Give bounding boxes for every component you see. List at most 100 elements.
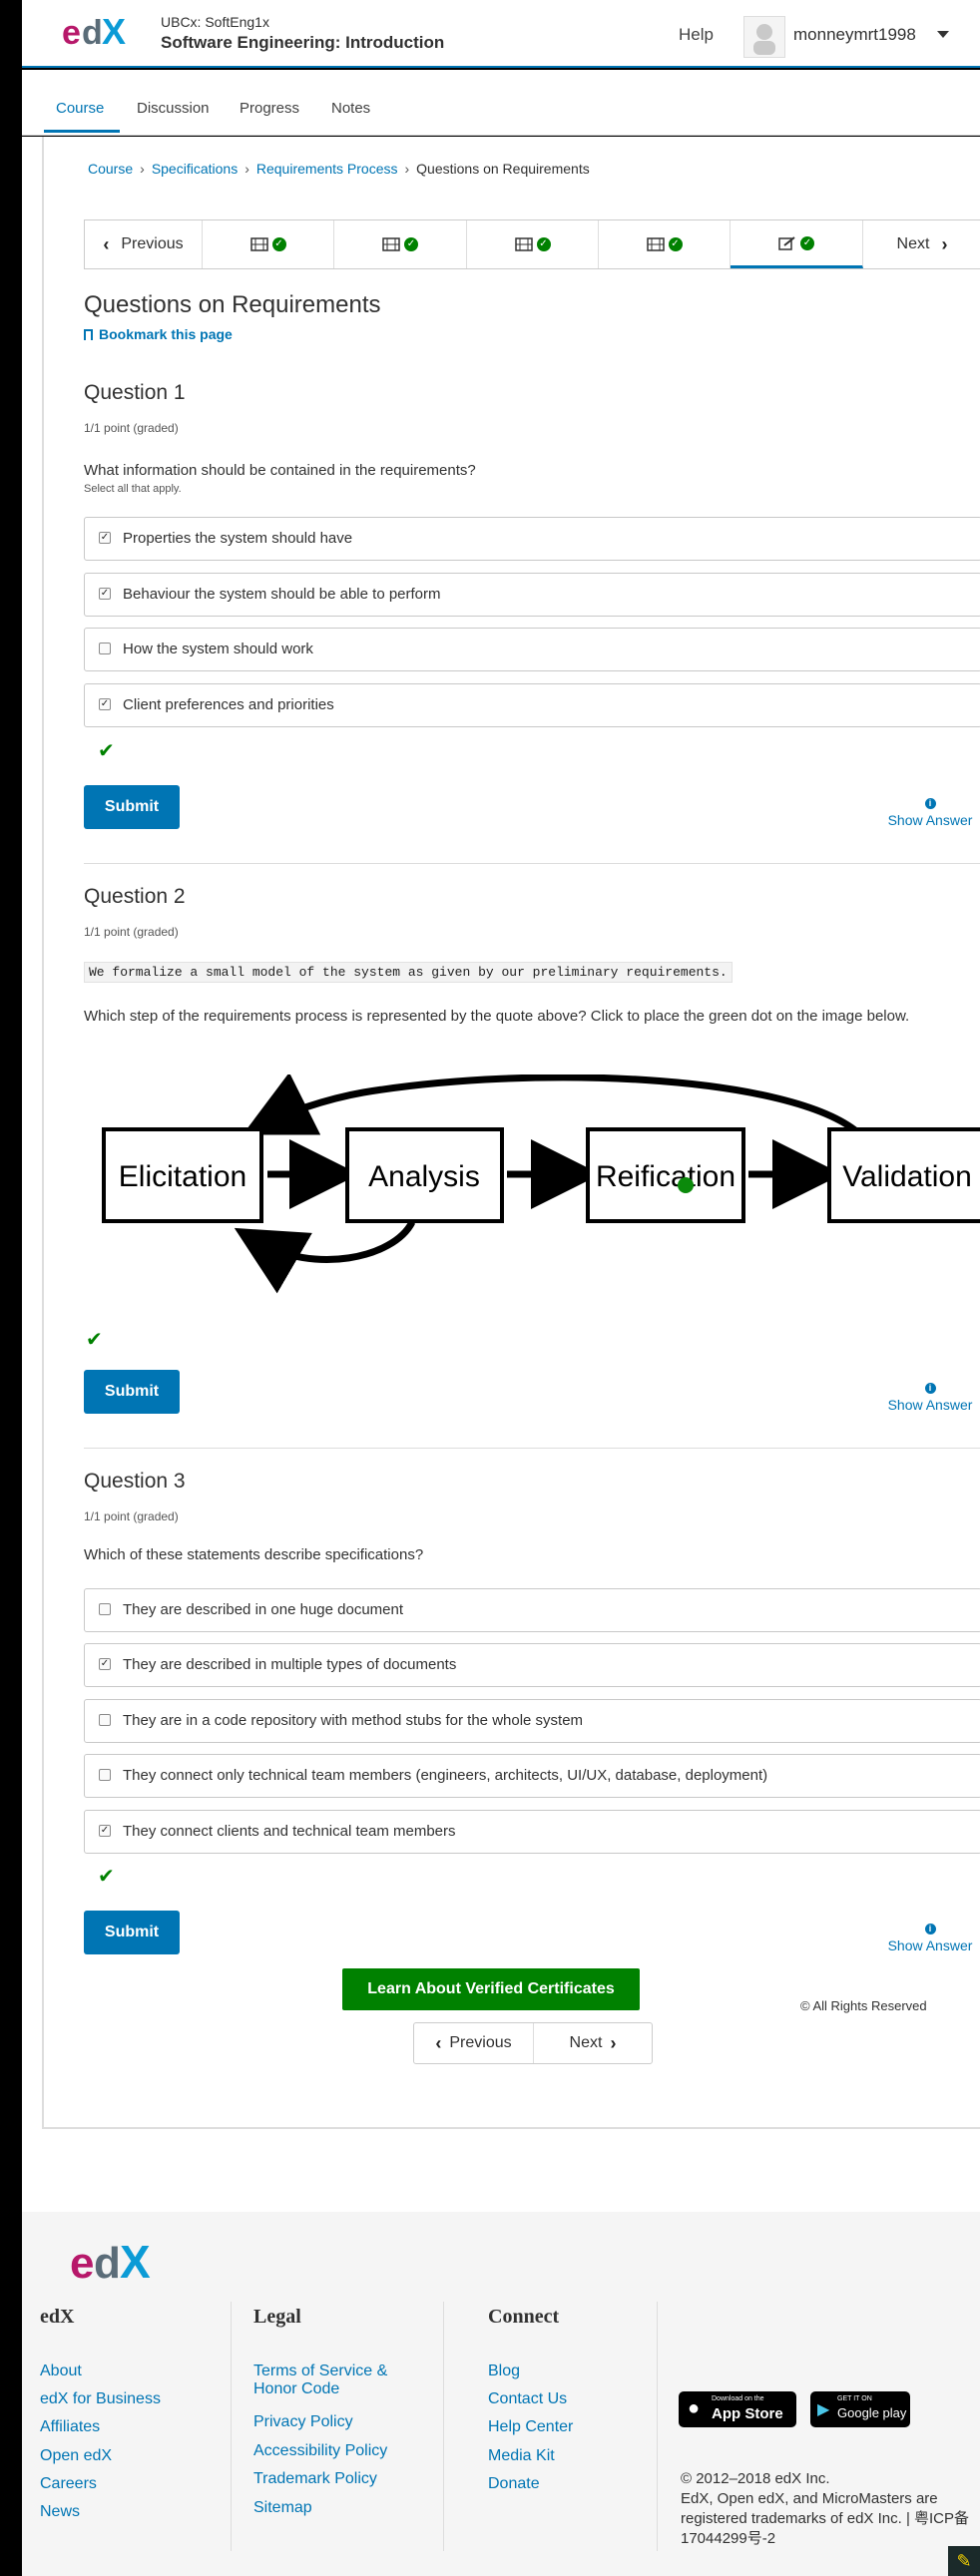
footer-link-trademark[interactable]: Trademark Policy <box>253 2470 377 2488</box>
sequence-unit-1[interactable]: ✓ <box>203 220 334 268</box>
diagram-label-reification: Reification <box>596 1160 735 1193</box>
svg-text:e: e <box>62 14 81 50</box>
sequence-previous-button[interactable]: ‹ Previous <box>85 220 203 268</box>
bookmark-button[interactable]: Bookmark this page <box>84 326 233 342</box>
username[interactable]: monneymrt1998 <box>793 25 916 45</box>
footer-link-media-kit[interactable]: Media Kit <box>488 2447 555 2465</box>
q2-submit-button[interactable]: Submit <box>84 1370 180 1414</box>
active-tab-indicator <box>44 130 120 133</box>
bottom-next-button[interactable]: Next › <box>534 2023 652 2063</box>
breadcrumb-specifications[interactable]: Specifications <box>152 161 238 177</box>
q1-show-answer-button[interactable]: i Show Answer <box>880 798 980 828</box>
footer-link-donate[interactable]: Donate <box>488 2475 540 2493</box>
google-play-badge[interactable]: ▶ GET IT ON Google play <box>810 2391 910 2427</box>
q1-choice-1[interactable]: ✓ Properties the system should have <box>84 517 980 561</box>
footer-separator <box>231 2302 232 2551</box>
footer-link-privacy[interactable]: Privacy Policy <box>253 2413 353 2431</box>
tab-course[interactable]: Course <box>56 100 104 117</box>
breadcrumb-current: Questions on Requirements <box>416 161 590 177</box>
video-icon <box>646 237 665 251</box>
sequence-unit-2[interactable]: ✓ <box>334 220 467 268</box>
checkbox-unchecked[interactable] <box>99 1769 111 1781</box>
question-3-title: Question 3 <box>84 1470 186 1493</box>
footer-heading-connect: Connect <box>488 2306 560 2328</box>
footer-link-open-edx[interactable]: Open edX <box>40 2447 112 2465</box>
footer-heading-edx: edX <box>40 2306 75 2328</box>
q3-show-answer-button[interactable]: i Show Answer <box>880 1924 980 1953</box>
user-menu-caret-icon[interactable] <box>937 31 949 38</box>
footer-link-news[interactable]: News <box>40 2503 80 2521</box>
app-store-badge[interactable]: ● Download on the App Store <box>679 2391 796 2427</box>
question-1-title: Question 1 <box>84 381 186 404</box>
diagram-label-analysis: Analysis <box>368 1160 480 1193</box>
tab-progress[interactable]: Progress <box>240 100 299 117</box>
selected-green-dot[interactable] <box>678 1177 694 1193</box>
breadcrumb-separator: › <box>245 161 249 177</box>
edx-logo[interactable]: e d X <box>62 11 148 55</box>
q3-choice-5[interactable]: ✓ They connect clients and technical tea… <box>84 1810 980 1854</box>
correct-check-icon: ✔ <box>98 1866 115 1888</box>
q1-submit-button[interactable]: Submit <box>84 785 180 829</box>
breadcrumb-requirements-process[interactable]: Requirements Process <box>256 161 398 177</box>
show-answer-label: Show Answer <box>887 812 973 828</box>
footer-link-terms[interactable]: Terms of Service & Honor Code <box>253 2362 413 2398</box>
sequence-unit-4[interactable]: ✓ <box>599 220 731 268</box>
q3-submit-button[interactable]: Submit <box>84 1911 180 1954</box>
checkbox-checked[interactable]: ✓ <box>99 1825 111 1837</box>
correct-check-icon: ✔ <box>98 740 115 762</box>
q2-show-answer-button[interactable]: i Show Answer <box>880 1383 980 1413</box>
course-name: Software Engineering: Introduction <box>161 33 445 52</box>
tab-discussion[interactable]: Discussion <box>137 100 210 117</box>
sequence-unit-5[interactable]: ✓ <box>731 220 863 268</box>
footer-link-sitemap[interactable]: Sitemap <box>253 2499 312 2517</box>
footer-link-blog[interactable]: Blog <box>488 2362 520 2380</box>
question-2-points: 1/1 point (graded) <box>84 925 179 939</box>
q3-choice-1[interactable]: They are described in one huge document <box>84 1588 980 1632</box>
requirements-process-diagram[interactable]: Elicitation Analysis Reification Validat… <box>84 1072 980 1459</box>
tab-notes[interactable]: Notes <box>331 100 370 117</box>
q1-choice-3[interactable]: How the system should work <box>84 628 980 671</box>
apple-icon: ● <box>688 2397 701 2419</box>
previous-label: Previous <box>121 235 184 252</box>
q3-choice-4[interactable]: They connect only technical team members… <box>84 1754 980 1798</box>
checkbox-unchecked[interactable] <box>99 643 111 654</box>
footer-link-contact[interactable]: Contact Us <box>488 2390 567 2408</box>
google-play-big: Google play <box>837 2405 907 2420</box>
sequence-next-button[interactable]: Next › <box>863 220 980 268</box>
choice-label: Behaviour the system should be able to p… <box>123 586 441 603</box>
course-org: UBCx: SoftEng1x <box>161 14 269 30</box>
footer-link-about[interactable]: About <box>40 2362 82 2380</box>
breadcrumb-course[interactable]: Course <box>88 161 133 177</box>
learn-verified-certificates-button[interactable]: Learn About Verified Certificates <box>342 1968 640 2010</box>
bottom-previous-button[interactable]: ‹ Previous <box>414 2023 534 2063</box>
sequence-unit-3[interactable]: ✓ <box>467 220 599 268</box>
checkbox-unchecked[interactable] <box>99 1603 111 1615</box>
q1-choice-4[interactable]: ✓ Client preferences and priorities <box>84 683 980 727</box>
breadcrumb-separator: › <box>140 161 145 177</box>
footer-link-accessibility[interactable]: Accessibility Policy <box>253 2442 387 2460</box>
q3-choice-2[interactable]: ✓ They are described in multiple types o… <box>84 1643 980 1687</box>
checkbox-unchecked[interactable] <box>99 1714 111 1726</box>
q3-choice-3[interactable]: They are in a code repository with metho… <box>84 1699 980 1743</box>
checkbox-checked[interactable]: ✓ <box>99 532 111 544</box>
page: e d X UBCx: SoftEng1x Software Engineeri… <box>0 0 980 2576</box>
q1-choice-2[interactable]: ✓ Behaviour the system should be able to… <box>84 573 980 617</box>
footer-link-affiliates[interactable]: Affiliates <box>40 2418 100 2436</box>
checkbox-checked[interactable]: ✓ <box>99 698 111 710</box>
footer-link-help-center[interactable]: Help Center <box>488 2418 573 2436</box>
avatar[interactable] <box>743 16 785 58</box>
checkbox-checked[interactable]: ✓ <box>99 588 111 600</box>
question-2-prompt: Which step of the requirements process i… <box>84 1008 910 1025</box>
footer-link-careers[interactable]: Careers <box>40 2475 97 2493</box>
footer-edx-logo[interactable]: e d X <box>70 2236 170 2291</box>
svg-text:d: d <box>82 14 103 50</box>
main-content: Course › Specifications › Requirements Proce… <box>22 137 980 2212</box>
video-icon <box>249 237 268 251</box>
footer-link-business[interactable]: edX for Business <box>40 2390 161 2408</box>
bookmark-icon <box>84 329 93 340</box>
help-link[interactable]: Help <box>679 25 714 45</box>
previous-label: Previous <box>449 2034 512 2051</box>
checkbox-checked[interactable]: ✓ <box>99 1658 111 1670</box>
pencil-icon[interactable]: ✎ <box>948 2546 980 2576</box>
info-icon: i <box>924 1924 936 1934</box>
